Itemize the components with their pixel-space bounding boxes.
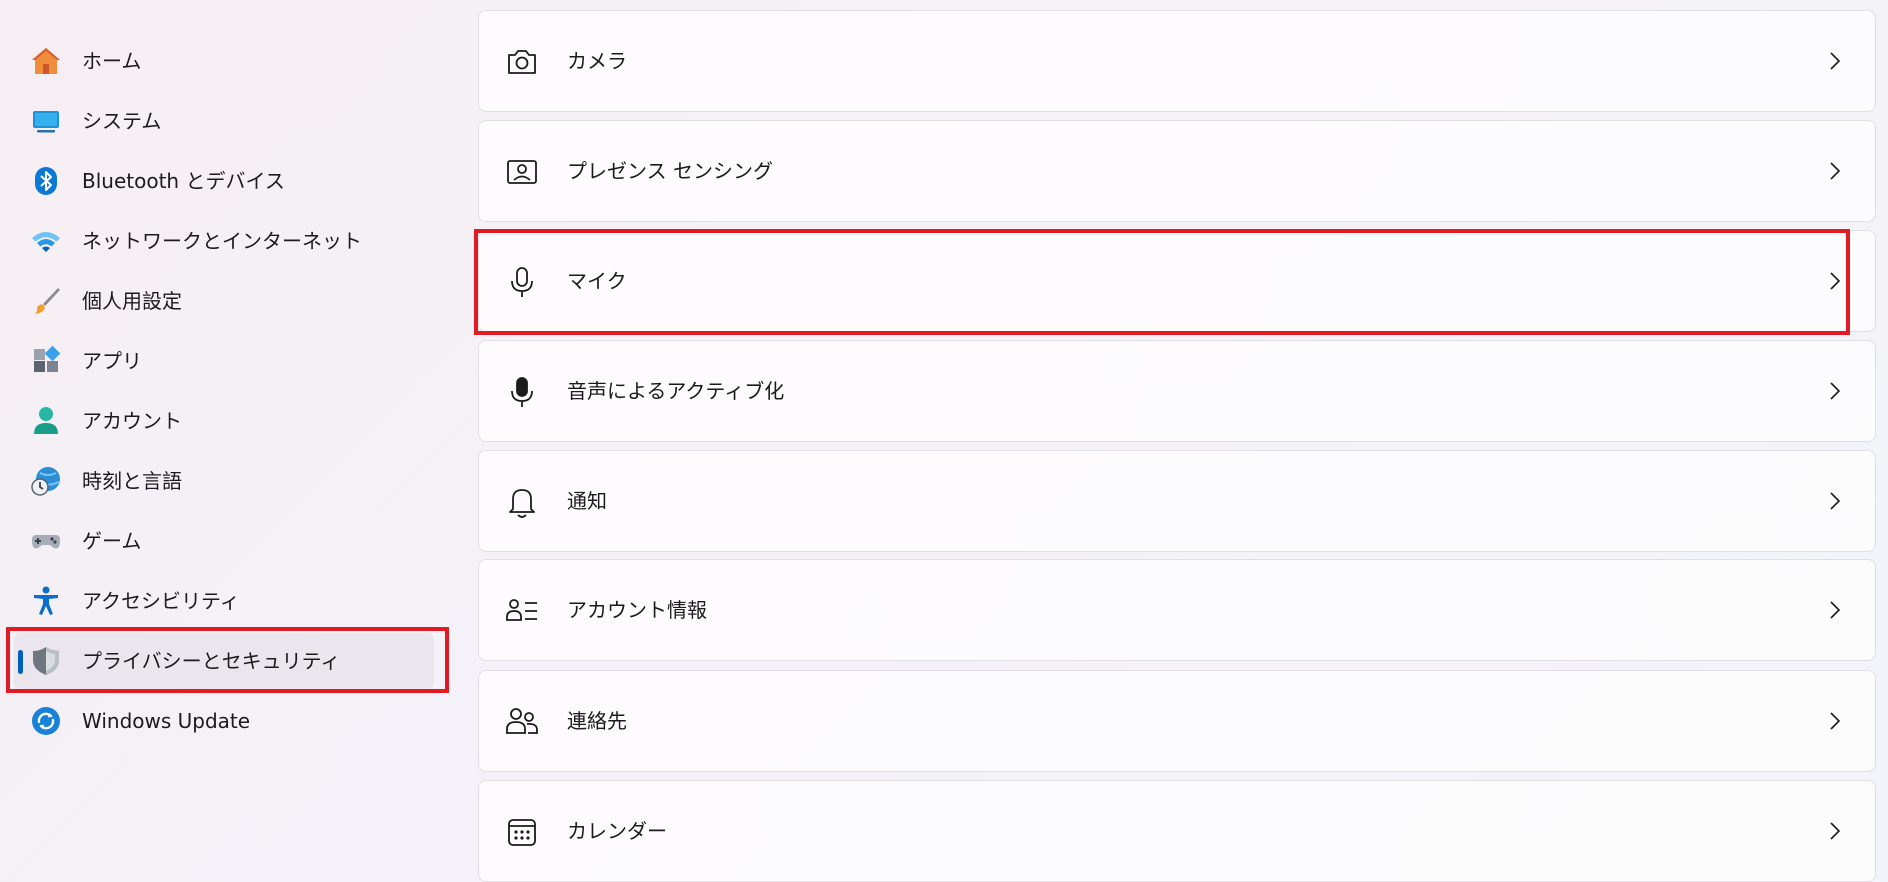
list-item-label: プレゼンス センシング	[567, 159, 773, 183]
sidebar-item-network[interactable]: ネットワークとインターネット	[14, 213, 434, 269]
voice-activation-icon	[505, 375, 539, 409]
sidebar-item-label: 時刻と言語	[82, 469, 182, 493]
chevron-right-icon	[1823, 49, 1847, 73]
update-icon	[30, 705, 62, 737]
sidebar-item-label: 個人用設定	[82, 289, 182, 313]
sidebar-item-label: Bluetooth とデバイス	[82, 169, 285, 193]
sidebar-item-label: プライバシーとセキュリティ	[82, 649, 341, 673]
sidebar-item-label: アカウント	[82, 409, 182, 433]
sidebar-item-time-language[interactable]: 時刻と言語	[14, 453, 434, 509]
microphone-icon	[505, 265, 539, 299]
sidebar-item-label: アクセシビリティ	[82, 589, 240, 613]
chevron-right-icon	[1823, 379, 1847, 403]
list-item-presence-sensing[interactable]: プレゼンス センシング	[478, 120, 1876, 222]
shield-icon	[30, 645, 62, 677]
sidebar: ホーム システム Bluetooth とデバイス ネットワークとインターネット …	[0, 0, 460, 882]
sidebar-item-label: システム	[82, 109, 162, 133]
sidebar-item-windows-update[interactable]: Windows Update	[14, 693, 434, 749]
apps-icon	[30, 345, 62, 377]
list-item-voice-activation[interactable]: 音声によるアクティブ化	[478, 340, 1876, 442]
list-item-label: 連絡先	[567, 709, 627, 733]
account-icon	[30, 405, 62, 437]
chevron-right-icon	[1823, 489, 1847, 513]
contacts-icon	[505, 705, 539, 739]
list-item-microphone[interactable]: マイク	[478, 230, 1876, 332]
sidebar-item-gaming[interactable]: ゲーム	[14, 513, 434, 569]
sidebar-item-label: ネットワークとインターネット	[82, 229, 362, 253]
list-item-notifications[interactable]: 通知	[478, 450, 1876, 552]
sidebar-item-apps[interactable]: アプリ	[14, 333, 434, 389]
chevron-right-icon	[1823, 269, 1847, 293]
account-info-icon	[505, 594, 539, 628]
home-icon	[30, 45, 62, 77]
sidebar-item-personalization[interactable]: 個人用設定	[14, 273, 434, 329]
sidebar-item-accessibility[interactable]: アクセシビリティ	[14, 573, 434, 629]
list-item-account-info[interactable]: アカウント情報	[478, 559, 1876, 661]
privacy-permissions-list: カメラ プレゼンス センシング マイク 音声によるアクティブ化 通知 アカウント…	[474, 0, 1876, 882]
list-item-label: 音声によるアクティブ化	[567, 379, 785, 403]
list-item-label: 通知	[567, 489, 607, 513]
sidebar-item-system[interactable]: システム	[14, 93, 434, 149]
brush-icon	[30, 285, 62, 317]
sidebar-item-label: アプリ	[82, 349, 142, 373]
camera-icon	[505, 45, 539, 79]
list-item-label: マイク	[567, 269, 627, 293]
selection-indicator	[18, 650, 23, 674]
sidebar-item-bluetooth[interactable]: Bluetooth とデバイス	[14, 153, 434, 209]
list-item-label: カレンダー	[567, 819, 667, 843]
sidebar-item-accounts[interactable]: アカウント	[14, 393, 434, 449]
wifi-icon	[30, 225, 62, 257]
chevron-right-icon	[1823, 709, 1847, 733]
calendar-icon	[505, 815, 539, 849]
accessibility-icon	[30, 585, 62, 617]
globe-clock-icon	[30, 465, 62, 497]
list-item-label: カメラ	[567, 49, 627, 73]
system-icon	[30, 105, 62, 137]
bell-icon	[505, 485, 539, 519]
sidebar-item-label: ゲーム	[82, 529, 142, 553]
gamepad-icon	[30, 525, 62, 557]
chevron-right-icon	[1823, 598, 1847, 622]
bluetooth-icon	[30, 165, 62, 197]
sidebar-item-label: Windows Update	[82, 709, 251, 733]
list-item-calendar[interactable]: カレンダー	[478, 780, 1876, 882]
sidebar-item-home[interactable]: ホーム	[14, 33, 434, 89]
list-item-camera[interactable]: カメラ	[478, 10, 1876, 112]
presence-sensing-icon	[505, 155, 539, 189]
sidebar-item-label: ホーム	[82, 49, 142, 73]
list-item-contacts[interactable]: 連絡先	[478, 670, 1876, 772]
sidebar-item-privacy-security[interactable]: プライバシーとセキュリティ	[14, 633, 434, 689]
chevron-right-icon	[1823, 159, 1847, 183]
chevron-right-icon	[1823, 819, 1847, 843]
list-item-label: アカウント情報	[567, 598, 707, 622]
